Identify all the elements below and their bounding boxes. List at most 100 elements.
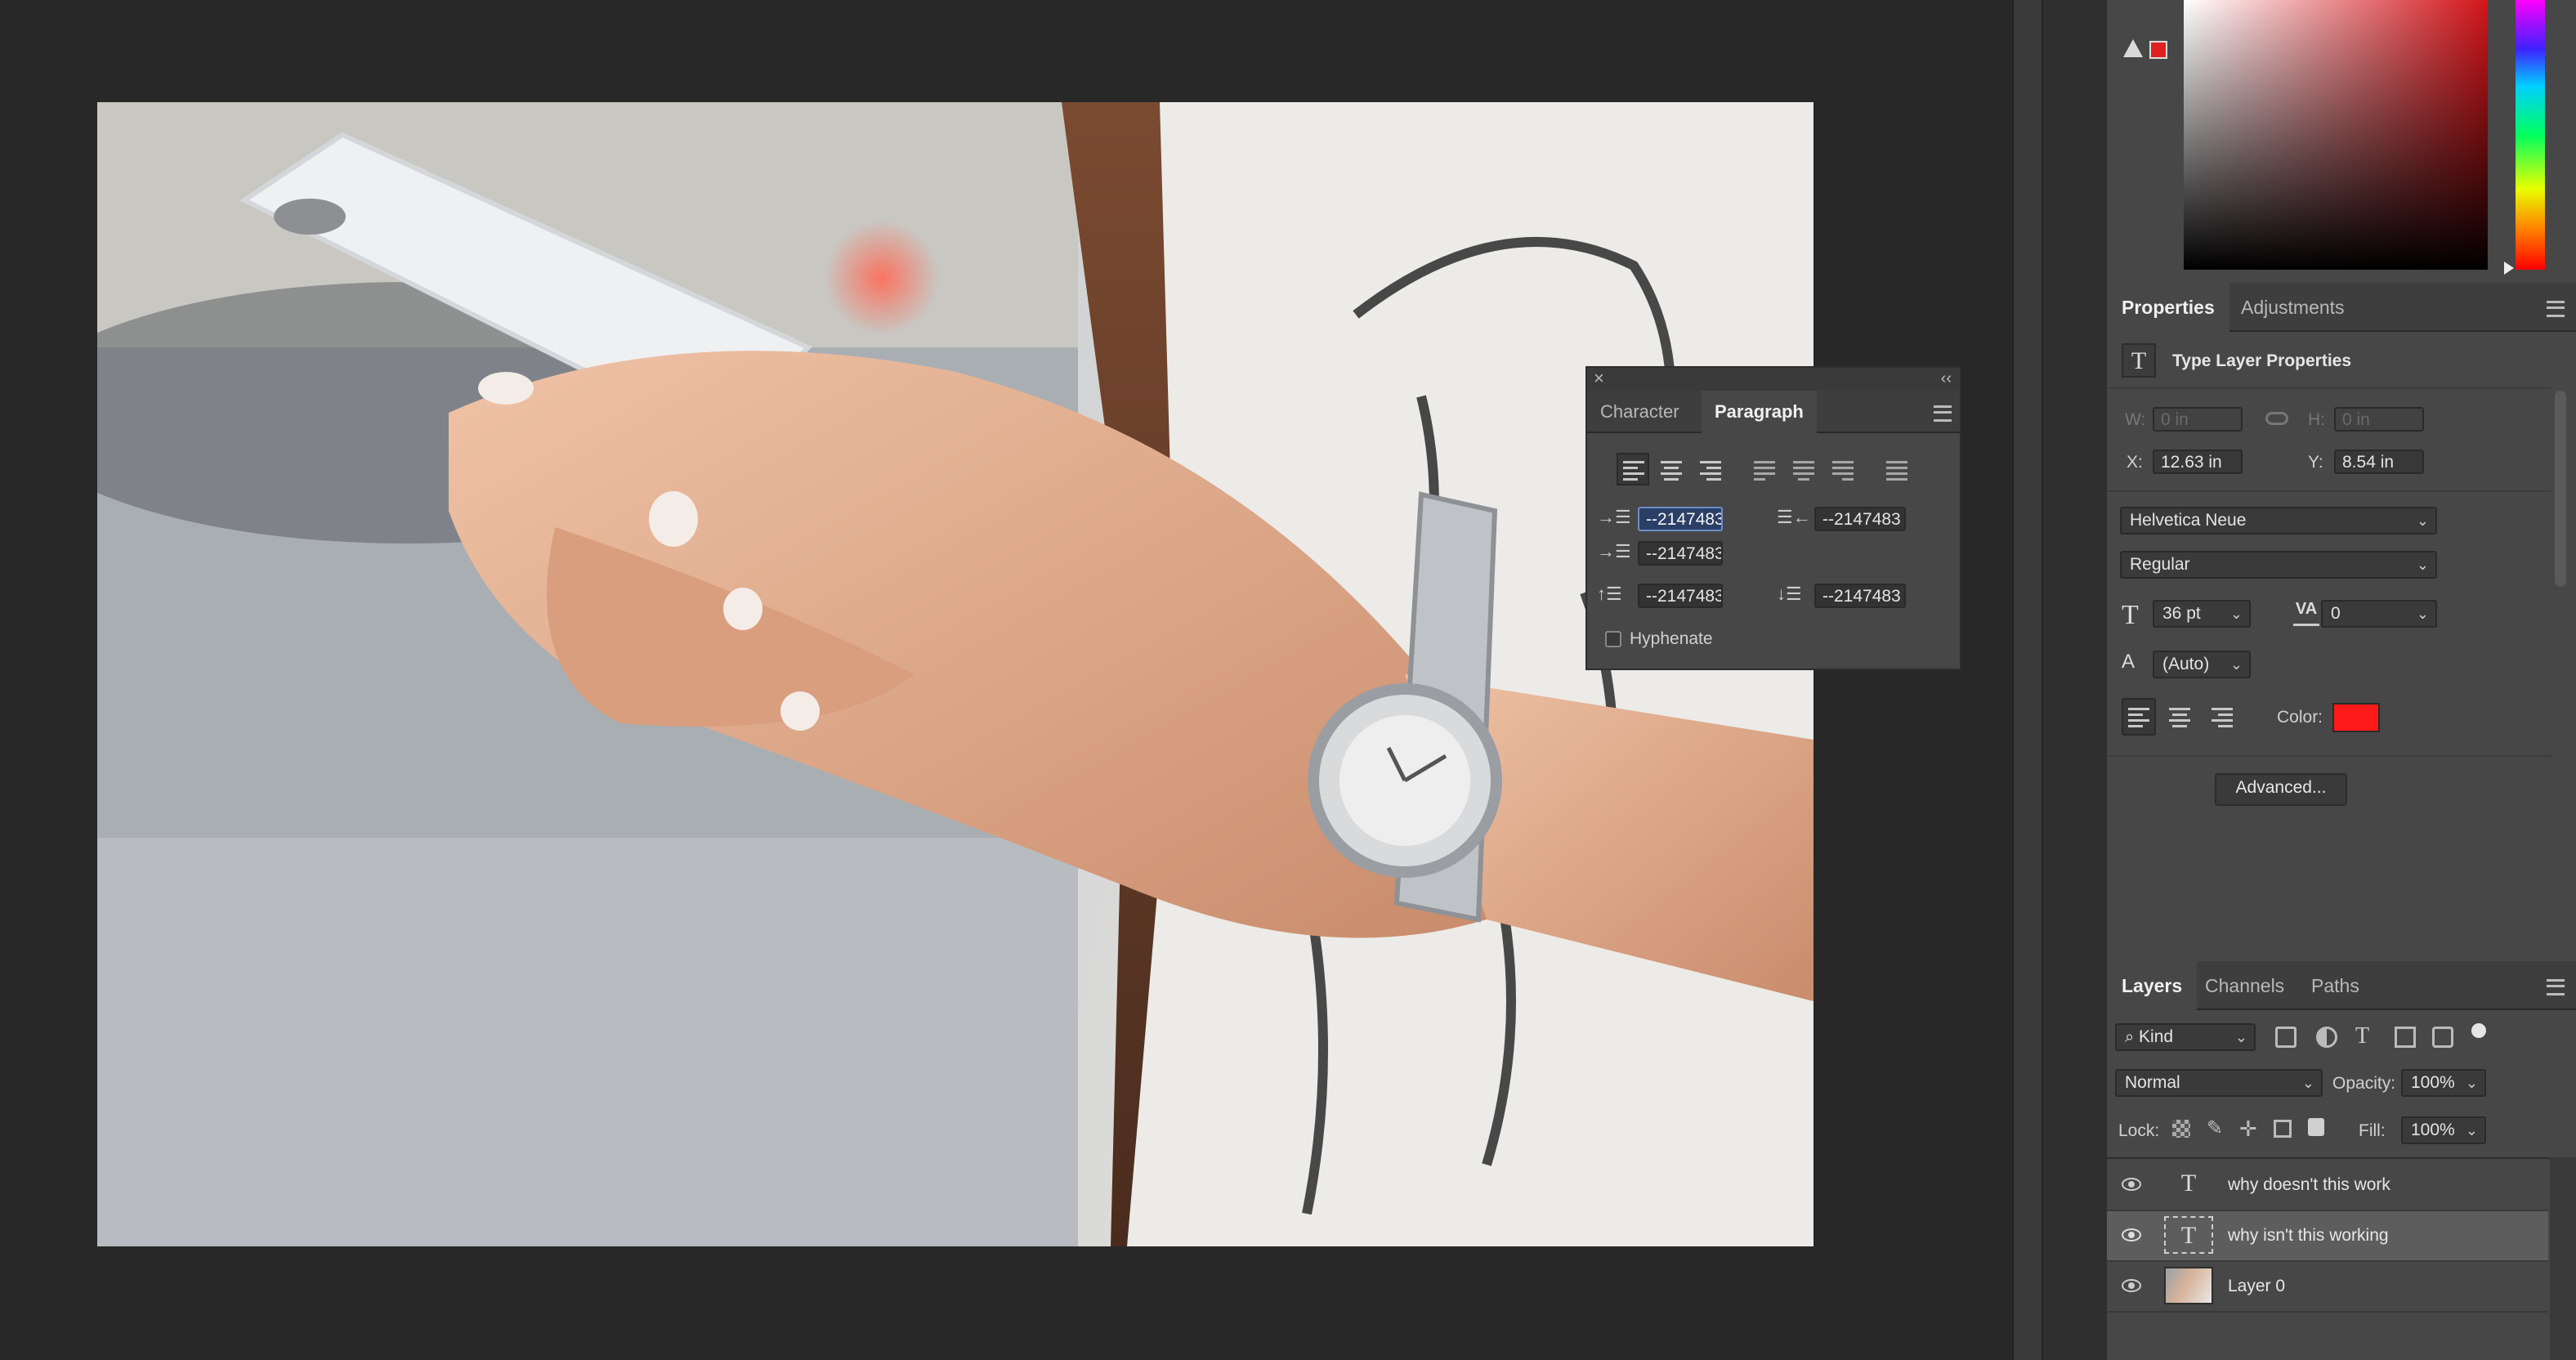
align-center-icon[interactable]	[1661, 459, 1685, 484]
chevron-down-icon: ⌄	[2416, 606, 2429, 622]
lock-artboard-icon[interactable]	[2274, 1120, 2292, 1138]
tab-adjustments[interactable]: Adjustments	[2226, 283, 2359, 332]
panel-menu-icon[interactable]	[1934, 405, 1952, 422]
eye-icon[interactable]	[2122, 1278, 2141, 1293]
chevron-down-icon: ⌄	[2234, 1029, 2247, 1045]
type-filter-icon[interactable]: T	[2355, 1023, 2377, 1049]
tab-properties[interactable]: Properties	[2107, 283, 2229, 332]
eye-icon[interactable]	[2122, 1228, 2141, 1242]
tracking-icon: VA	[2293, 598, 2319, 626]
indent-left-icon: →☰	[1597, 507, 1631, 527]
align-right-icon[interactable]	[1700, 459, 1724, 484]
justify-all-icon[interactable]	[1886, 459, 1911, 484]
indent-first-line-field[interactable]: --2147483	[1638, 541, 1723, 566]
panel-scrollbar[interactable]	[2555, 391, 2566, 587]
align-left-button[interactable]	[1617, 453, 1649, 485]
document-canvas[interactable]	[97, 102, 1813, 1246]
x-label: X:	[2127, 453, 2143, 472]
indent-right-icon: ☰←	[1777, 507, 1811, 527]
tab-layers[interactable]: Layers	[2107, 961, 2198, 1010]
search-icon: ⌕	[2125, 1028, 2135, 1046]
out-of-gamut-swatch[interactable]	[2149, 41, 2167, 59]
indent-right-field[interactable]: --2147483	[1814, 507, 1906, 531]
align-left-icon	[2128, 706, 2153, 731]
layer-name[interactable]: why doesn't this work	[2228, 1175, 2390, 1195]
eye-icon[interactable]	[2122, 1177, 2141, 1192]
panel-menu-icon[interactable]	[2547, 979, 2565, 995]
filter-kind-select[interactable]: ⌕ Kind ⌄	[2115, 1023, 2256, 1051]
font-size-select[interactable]: 36 pt ⌄	[2153, 600, 2251, 628]
w-label: W:	[2125, 410, 2146, 429]
align-left-button[interactable]	[2122, 698, 2156, 736]
indent-left-field[interactable]: --2147483	[1638, 507, 1723, 531]
chevron-down-icon: ⌄	[2229, 606, 2243, 622]
filter-toggle-icon[interactable]	[2471, 1023, 2486, 1038]
fill-value: 100%	[2411, 1121, 2455, 1139]
lock-pixels-icon[interactable]: ✎	[2207, 1116, 2228, 1139]
layer-name[interactable]: why isn't this working	[2228, 1226, 2389, 1246]
properties-panel-header: Properties Adjustments	[2107, 283, 2576, 332]
hue-slider[interactable]	[2516, 0, 2545, 270]
text-color-swatch[interactable]	[2332, 703, 2380, 732]
shape-filter-icon[interactable]	[2395, 1027, 2416, 1048]
font-size-icon: T	[2122, 600, 2139, 630]
image-layer-thumbnail	[2164, 1267, 2213, 1304]
font-style-value: Regular	[2130, 555, 2190, 574]
panel-menu-icon[interactable]	[2547, 301, 2565, 317]
collapse-icon[interactable]: ‹‹	[1941, 368, 1952, 389]
justify-last-center-icon[interactable]	[1793, 459, 1818, 484]
height-field[interactable]: 0 in	[2334, 407, 2424, 432]
tab-paths[interactable]: Paths	[2296, 961, 2374, 1010]
text-layer-thumbnail: T	[2180, 1170, 2197, 1197]
chevron-down-icon: ⌄	[2465, 1075, 2478, 1091]
layer-row-selected[interactable]: T why isn't this working	[2107, 1211, 2548, 1262]
space-before-field[interactable]: --2147483	[1638, 584, 1723, 608]
blend-mode-select[interactable]: Normal ⌄	[2115, 1069, 2323, 1097]
chevron-down-icon: ⌄	[2229, 656, 2243, 673]
warning-icon[interactable]	[2123, 39, 2143, 57]
divider	[2107, 755, 2551, 757]
panel-gutter	[2012, 0, 2043, 1360]
fill-select[interactable]: 100% ⌄	[2401, 1116, 2486, 1144]
panel-title-bar[interactable]	[1587, 368, 1960, 391]
blend-mode-value: Normal	[2125, 1073, 2180, 1092]
lock-transparent-icon[interactable]	[2172, 1120, 2190, 1138]
hue-slider-handle[interactable]	[2504, 262, 2514, 275]
smart-object-filter-icon[interactable]	[2432, 1027, 2453, 1048]
tool-panel-strip	[2043, 0, 2107, 1360]
align-right-icon[interactable]	[2212, 706, 2236, 731]
width-field[interactable]: 0 in	[2153, 407, 2243, 432]
tracking-select[interactable]: 0 ⌄	[2321, 600, 2437, 628]
opacity-select[interactable]: 100% ⌄	[2401, 1069, 2486, 1097]
space-after-field[interactable]: --2147483	[1814, 584, 1906, 608]
close-icon[interactable]: ×	[1594, 368, 1604, 389]
hyphenate-checkbox[interactable]	[1605, 631, 1621, 647]
lock-all-icon[interactable]	[2308, 1118, 2324, 1136]
leading-value: (Auto)	[2162, 655, 2210, 673]
link-icon[interactable]	[2265, 412, 2288, 425]
adjustment-filter-icon[interactable]	[2316, 1027, 2337, 1048]
color-field[interactable]	[2184, 0, 2488, 270]
layer-row[interactable]: T why doesn't this work	[2107, 1161, 2548, 1211]
layers-scrollbar-track[interactable]	[2550, 1157, 2576, 1360]
section-title: Type Layer Properties	[2172, 351, 2352, 370]
tab-paragraph[interactable]: Paragraph	[1702, 391, 1817, 433]
layer-row[interactable]: Layer 0	[2107, 1262, 2548, 1313]
chevron-down-icon: ⌄	[2465, 1122, 2478, 1139]
y-position-field[interactable]: 8.54 in	[2334, 450, 2424, 474]
image-filter-icon[interactable]	[2275, 1027, 2296, 1048]
x-position-field[interactable]: 12.63 in	[2153, 450, 2243, 474]
layer-name[interactable]: Layer 0	[2228, 1277, 2285, 1296]
font-style-select[interactable]: Regular ⌄	[2120, 551, 2437, 579]
tab-character[interactable]: Character	[1587, 391, 1693, 433]
space-before-icon: ↑☰	[1597, 584, 1622, 604]
y-label: Y:	[2308, 453, 2323, 472]
justify-last-left-icon[interactable]	[1754, 459, 1778, 484]
align-center-icon[interactable]	[2169, 706, 2194, 731]
justify-last-right-icon[interactable]	[1832, 459, 1857, 484]
leading-select[interactable]: (Auto) ⌄	[2153, 651, 2251, 678]
lock-position-icon[interactable]: ✛	[2239, 1116, 2261, 1141]
font-family-select[interactable]: Helvetica Neue ⌄	[2120, 507, 2437, 535]
tab-channels[interactable]: Channels	[2190, 961, 2299, 1010]
advanced-button[interactable]: Advanced...	[2215, 773, 2347, 806]
